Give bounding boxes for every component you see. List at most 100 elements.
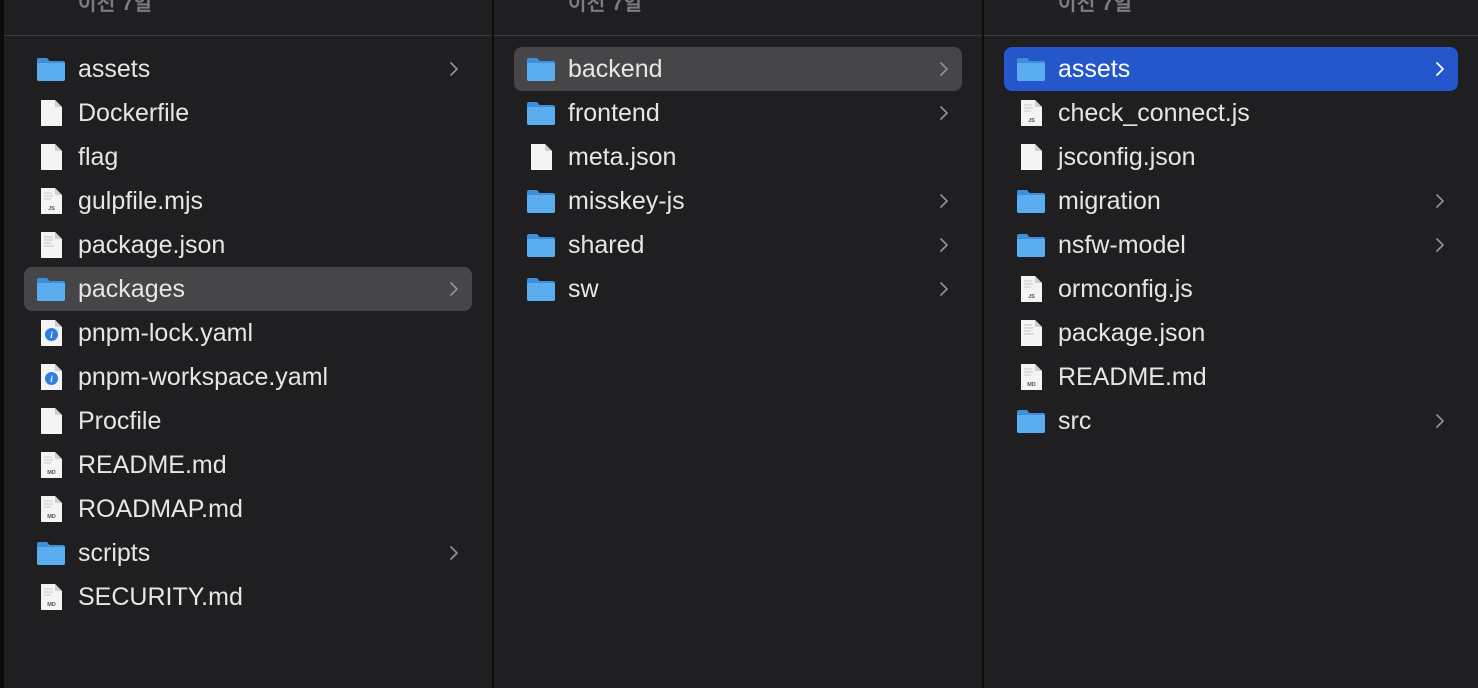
- md-file-icon: MD: [1016, 363, 1046, 391]
- folder-row[interactable]: shared: [514, 223, 962, 267]
- file-row[interactable]: i pnpm-lock.yaml: [24, 311, 472, 355]
- folder-icon: [1016, 231, 1046, 259]
- chevron-right-icon: [1434, 234, 1446, 256]
- file-list: assets JS check_connect.js jsconfig.json…: [1004, 47, 1458, 443]
- svg-text:JS: JS: [1028, 118, 1035, 124]
- folder-row[interactable]: migration: [1004, 179, 1458, 223]
- file-row[interactable]: MD README.md: [1004, 355, 1458, 399]
- text-file-icon: [1016, 319, 1046, 347]
- column-header: 이전 7일: [494, 0, 982, 36]
- folder-row[interactable]: backend: [514, 47, 962, 91]
- folder-row[interactable]: scripts: [24, 531, 472, 575]
- svg-text:MD: MD: [47, 470, 56, 476]
- document-icon: [36, 407, 66, 435]
- item-label: README.md: [1058, 363, 1207, 391]
- file-row[interactable]: JS ormconfig.js: [1004, 267, 1458, 311]
- svg-text:MD: MD: [47, 514, 56, 520]
- item-label: migration: [1058, 187, 1161, 215]
- file-row[interactable]: JS gulpfile.mjs: [24, 179, 472, 223]
- item-label: package.json: [78, 231, 226, 259]
- document-icon: [36, 143, 66, 171]
- chevron-right-icon: [938, 234, 950, 256]
- file-row[interactable]: Procfile: [24, 399, 472, 443]
- item-label: shared: [568, 231, 645, 259]
- column-header-label: 이전 7일: [1058, 0, 1133, 15]
- info-file-icon: i: [36, 319, 66, 347]
- folder-row[interactable]: packages: [24, 267, 472, 311]
- column-3[interactable]: 이전 7일 assets JS check_connect.js jsconfi…: [984, 0, 1478, 688]
- file-row[interactable]: package.json: [1004, 311, 1458, 355]
- item-label: Dockerfile: [78, 99, 190, 127]
- file-row[interactable]: jsconfig.json: [1004, 135, 1458, 179]
- file-row[interactable]: MD ROADMAP.md: [24, 487, 472, 531]
- item-label: SECURITY.md: [78, 583, 243, 611]
- folder-icon: [526, 55, 556, 83]
- folder-row[interactable]: misskey-js: [514, 179, 962, 223]
- file-list: assets Dockerfile flag JS gulpfile.mjs p…: [24, 47, 472, 619]
- column-header-label: 이전 7일: [568, 0, 643, 15]
- folder-icon: [526, 275, 556, 303]
- item-label: jsconfig.json: [1058, 143, 1196, 171]
- item-label: nsfw-model: [1058, 231, 1186, 259]
- svg-text:JS: JS: [48, 206, 55, 212]
- md-file-icon: MD: [36, 583, 66, 611]
- folder-row[interactable]: src: [1004, 399, 1458, 443]
- folder-row[interactable]: nsfw-model: [1004, 223, 1458, 267]
- item-label: misskey-js: [568, 187, 685, 215]
- md-file-icon: MD: [36, 495, 66, 523]
- item-label: assets: [1058, 55, 1131, 83]
- folder-icon: [36, 275, 66, 303]
- text-file-icon: [36, 231, 66, 259]
- item-label: scripts: [78, 539, 151, 567]
- item-label: meta.json: [568, 143, 677, 171]
- chevron-right-icon: [448, 278, 460, 300]
- file-row[interactable]: flag: [24, 135, 472, 179]
- folder-icon: [526, 99, 556, 127]
- chevron-right-icon: [938, 58, 950, 80]
- item-label: ormconfig.js: [1058, 275, 1193, 303]
- file-row[interactable]: JS check_connect.js: [1004, 91, 1458, 135]
- item-label: pnpm-lock.yaml: [78, 319, 254, 347]
- file-row[interactable]: MD README.md: [24, 443, 472, 487]
- folder-icon: [36, 55, 66, 83]
- file-row[interactable]: package.json: [24, 223, 472, 267]
- folder-row[interactable]: frontend: [514, 91, 962, 135]
- chevron-right-icon: [448, 542, 460, 564]
- column-2[interactable]: 이전 7일 backend frontend meta.json misskey…: [494, 0, 984, 688]
- chevron-right-icon: [448, 58, 460, 80]
- folder-icon: [1016, 55, 1046, 83]
- chevron-right-icon: [1434, 410, 1446, 432]
- file-row[interactable]: meta.json: [514, 135, 962, 179]
- column-header: 이전 7일: [4, 0, 492, 36]
- folder-icon: [36, 539, 66, 567]
- column-header-label: 이전 7일: [78, 0, 153, 15]
- info-file-icon: i: [36, 363, 66, 391]
- document-icon: [36, 99, 66, 127]
- item-label: packages: [78, 275, 186, 303]
- file-list: backend frontend meta.json misskey-js sh…: [514, 47, 962, 311]
- folder-icon: [526, 231, 556, 259]
- item-label: README.md: [78, 451, 227, 479]
- chevron-right-icon: [938, 102, 950, 124]
- js-file-icon: JS: [1016, 275, 1046, 303]
- document-icon: [526, 143, 556, 171]
- column-1[interactable]: 이전 7일 assets Dockerfile flag JS gulpfile…: [0, 0, 494, 688]
- item-label: src: [1058, 407, 1092, 435]
- item-label: Procfile: [78, 407, 162, 435]
- folder-row[interactable]: assets: [1004, 47, 1458, 91]
- file-row[interactable]: MD SECURITY.md: [24, 575, 472, 619]
- item-label: ROADMAP.md: [78, 495, 243, 523]
- svg-text:JS: JS: [1028, 294, 1035, 300]
- chevron-right-icon: [1434, 190, 1446, 212]
- item-label: check_connect.js: [1058, 99, 1250, 127]
- item-label: assets: [78, 55, 151, 83]
- folder-row[interactable]: sw: [514, 267, 962, 311]
- file-row[interactable]: i pnpm-workspace.yaml: [24, 355, 472, 399]
- item-label: flag: [78, 143, 119, 171]
- item-label: pnpm-workspace.yaml: [78, 363, 329, 391]
- svg-text:MD: MD: [1027, 382, 1036, 388]
- chevron-right-icon: [1434, 58, 1446, 80]
- folder-row[interactable]: assets: [24, 47, 472, 91]
- file-row[interactable]: Dockerfile: [24, 91, 472, 135]
- folder-icon: [526, 187, 556, 215]
